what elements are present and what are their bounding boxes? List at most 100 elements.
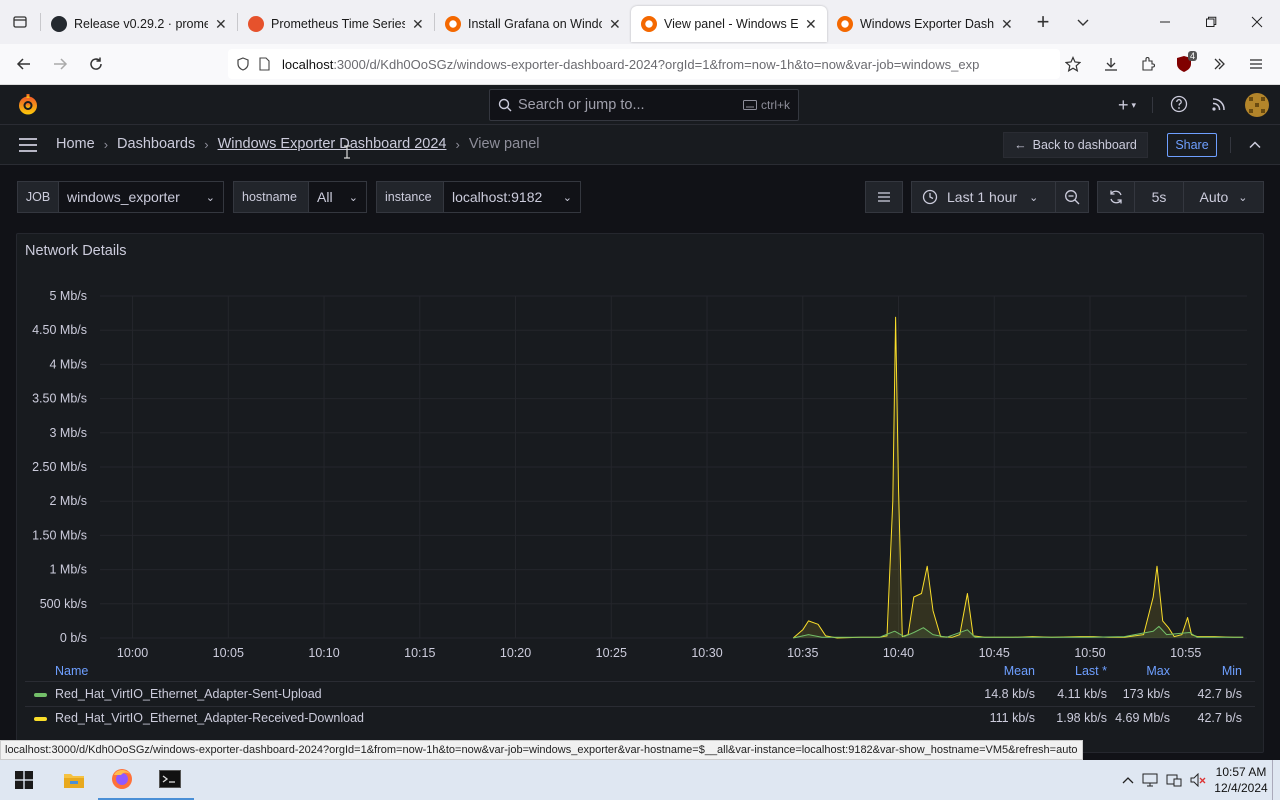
breadcrumb-home[interactable]: Home bbox=[56, 136, 95, 152]
reload-icon[interactable] bbox=[78, 48, 114, 80]
grafana-logo-icon[interactable] bbox=[16, 93, 40, 117]
add-new-button[interactable]: + ▾ bbox=[1110, 93, 1144, 117]
breadcrumb-bar: Home › Dashboards › Windows Exporter Das… bbox=[0, 125, 1280, 165]
chevron-down-icon[interactable] bbox=[1063, 4, 1103, 40]
back-label: Back to dashboard bbox=[1032, 138, 1137, 152]
extensions-puzzle-icon[interactable] bbox=[1135, 49, 1161, 79]
share-button[interactable]: Share bbox=[1167, 133, 1217, 157]
text-cursor-icon bbox=[343, 145, 351, 164]
extension-badge: 4 bbox=[1187, 51, 1197, 61]
legend-col-min[interactable]: Min bbox=[1222, 664, 1242, 678]
more-tools-chevron-icon[interactable] bbox=[1206, 49, 1232, 79]
windows-taskbar: 10:57 AM 12/4/2024 bbox=[0, 760, 1280, 800]
device-tray-icon[interactable] bbox=[1162, 773, 1186, 787]
windows-start-icon[interactable] bbox=[0, 760, 48, 800]
tab-install-grafana[interactable]: Install Grafana on Windows ✕ bbox=[435, 6, 631, 42]
time-range-label: Last 1 hour bbox=[947, 189, 1018, 205]
tab-view-panel[interactable]: View panel - Windows Exporter ✕ bbox=[631, 6, 827, 42]
tab-list-icon[interactable] bbox=[0, 0, 40, 44]
refresh-interval-picker[interactable]: 5s bbox=[1134, 181, 1184, 213]
forward-arrow-icon[interactable] bbox=[42, 48, 78, 80]
close-icon[interactable]: ✕ bbox=[215, 16, 227, 33]
chevron-right-icon: › bbox=[204, 136, 209, 152]
volume-muted-icon[interactable] bbox=[1186, 773, 1210, 787]
show-desktop-button[interactable] bbox=[1272, 760, 1280, 800]
browser-nav-bar: localhost:3000/d/Kdh0OoSGz/windows-expor… bbox=[0, 44, 1280, 85]
hamburger-menu-icon[interactable] bbox=[1243, 49, 1269, 79]
tab-windows-exporter-dashboard[interactable]: Windows Exporter Dashboard ✕ bbox=[827, 6, 1023, 42]
minimize-icon[interactable] bbox=[1142, 0, 1188, 44]
keyboard-icon bbox=[742, 100, 757, 110]
close-icon[interactable]: ✕ bbox=[412, 16, 424, 33]
var-hostname-select[interactable]: All ⌄ bbox=[308, 181, 367, 213]
var-instance-select[interactable]: localhost:9182 ⌄ bbox=[443, 181, 581, 213]
chevron-down-icon: ⌄ bbox=[1029, 191, 1039, 204]
breadcrumb-dashboard[interactable]: Windows Exporter Dashboard 2024 bbox=[218, 136, 447, 152]
browser-tab-bar: Release v0.29.2 · prometheus ✕ Prometheu… bbox=[0, 0, 1280, 44]
restore-icon[interactable] bbox=[1188, 0, 1234, 44]
menu-toggle-icon[interactable] bbox=[18, 137, 38, 158]
close-icon[interactable]: ✕ bbox=[805, 16, 817, 33]
var-job-label: JOB bbox=[17, 181, 59, 213]
legend-col-last[interactable]: Last * bbox=[1075, 664, 1107, 678]
ublock-icon[interactable]: 4 bbox=[1171, 49, 1197, 79]
auto-refresh-picker[interactable]: Auto ⌄ bbox=[1183, 181, 1264, 213]
download-icon[interactable] bbox=[1098, 49, 1124, 79]
new-tab-icon[interactable]: + bbox=[1023, 4, 1063, 40]
terminal-icon[interactable] bbox=[146, 760, 194, 800]
tab-github-release[interactable]: Release v0.29.2 · prometheus ✕ bbox=[41, 6, 237, 42]
chevron-right-icon: › bbox=[455, 136, 460, 152]
avatar[interactable] bbox=[1245, 93, 1269, 117]
share-label: Share bbox=[1175, 138, 1209, 152]
zoom-out-button[interactable] bbox=[1055, 181, 1089, 213]
var-instance-value: localhost:9182 bbox=[452, 189, 543, 205]
close-window-icon[interactable] bbox=[1234, 0, 1280, 44]
chevron-up-icon[interactable] bbox=[1118, 776, 1138, 784]
grafana-icon bbox=[641, 16, 657, 32]
back-to-dashboard-button[interactable]: ← Back to dashboard bbox=[1003, 132, 1148, 158]
back-arrow-icon[interactable] bbox=[6, 48, 42, 80]
page-info-icon[interactable] bbox=[258, 57, 282, 71]
legend-col-max[interactable]: Max bbox=[1146, 664, 1170, 678]
chevron-down-icon: ⌄ bbox=[348, 191, 358, 204]
var-hostname-label-text: hostname bbox=[242, 190, 297, 204]
urlbar[interactable]: localhost:3000/d/Kdh0OoSGz/windows-expor… bbox=[228, 49, 1060, 79]
bookmark-star-icon[interactable] bbox=[1060, 49, 1086, 79]
legend-col-mean[interactable]: Mean bbox=[1004, 664, 1035, 678]
legend-row[interactable]: Red_Hat_VirtIO_Ethernet_Adapter-Received… bbox=[25, 711, 1255, 731]
series-color-swatch bbox=[34, 717, 47, 721]
clock[interactable]: 10:57 AM 12/4/2024 bbox=[1210, 764, 1272, 796]
var-instance-label: instance bbox=[376, 181, 444, 213]
chevron-up-icon[interactable] bbox=[1248, 138, 1262, 157]
breadcrumb-dashboards[interactable]: Dashboards bbox=[117, 136, 195, 152]
firefox-icon[interactable] bbox=[98, 760, 146, 800]
legend-row[interactable]: Red_Hat_VirtIO_Ethernet_Adapter-Sent-Upl… bbox=[25, 687, 1255, 707]
breadcrumb-current: View panel bbox=[468, 136, 540, 152]
var-job-value: windows_exporter bbox=[67, 189, 180, 205]
table-view-button[interactable] bbox=[865, 181, 903, 213]
tab-title: Windows Exporter Dashboard bbox=[860, 17, 994, 31]
time-range-picker[interactable]: Last 1 hour ⌄ bbox=[911, 181, 1056, 213]
rss-news-icon[interactable] bbox=[1210, 95, 1228, 118]
tab-prometheus[interactable]: Prometheus Time Series Collection ✕ bbox=[238, 6, 434, 42]
network-tray-icon[interactable] bbox=[1138, 773, 1162, 787]
help-icon[interactable] bbox=[1170, 95, 1188, 118]
chevron-down-icon: ⌄ bbox=[1238, 191, 1248, 204]
refresh-button[interactable] bbox=[1097, 181, 1135, 213]
tracking-shield-icon[interactable] bbox=[236, 57, 258, 71]
legend-col-name[interactable]: Name bbox=[55, 664, 88, 678]
search-shortcut: ctrl+k bbox=[760, 98, 790, 112]
close-icon[interactable]: ✕ bbox=[1001, 16, 1013, 33]
vertical-divider bbox=[1152, 97, 1153, 113]
var-instance-label-text: instance bbox=[385, 190, 432, 204]
grafana-top-bar: Search or jump to... ctrl+k + ▾ bbox=[0, 85, 1280, 125]
search-box[interactable]: Search or jump to... ctrl+k bbox=[489, 89, 799, 121]
var-hostname-value: All bbox=[317, 189, 333, 205]
var-job-select[interactable]: windows_exporter ⌄ bbox=[58, 181, 224, 213]
legend-min: 42.7 b/s bbox=[1197, 687, 1242, 701]
file-explorer-icon[interactable] bbox=[50, 760, 98, 800]
legend-mean: 111 kb/s bbox=[989, 711, 1035, 725]
series-color-swatch bbox=[34, 693, 47, 697]
search-placeholder: Search or jump to... bbox=[518, 97, 645, 113]
close-icon[interactable]: ✕ bbox=[609, 16, 621, 33]
